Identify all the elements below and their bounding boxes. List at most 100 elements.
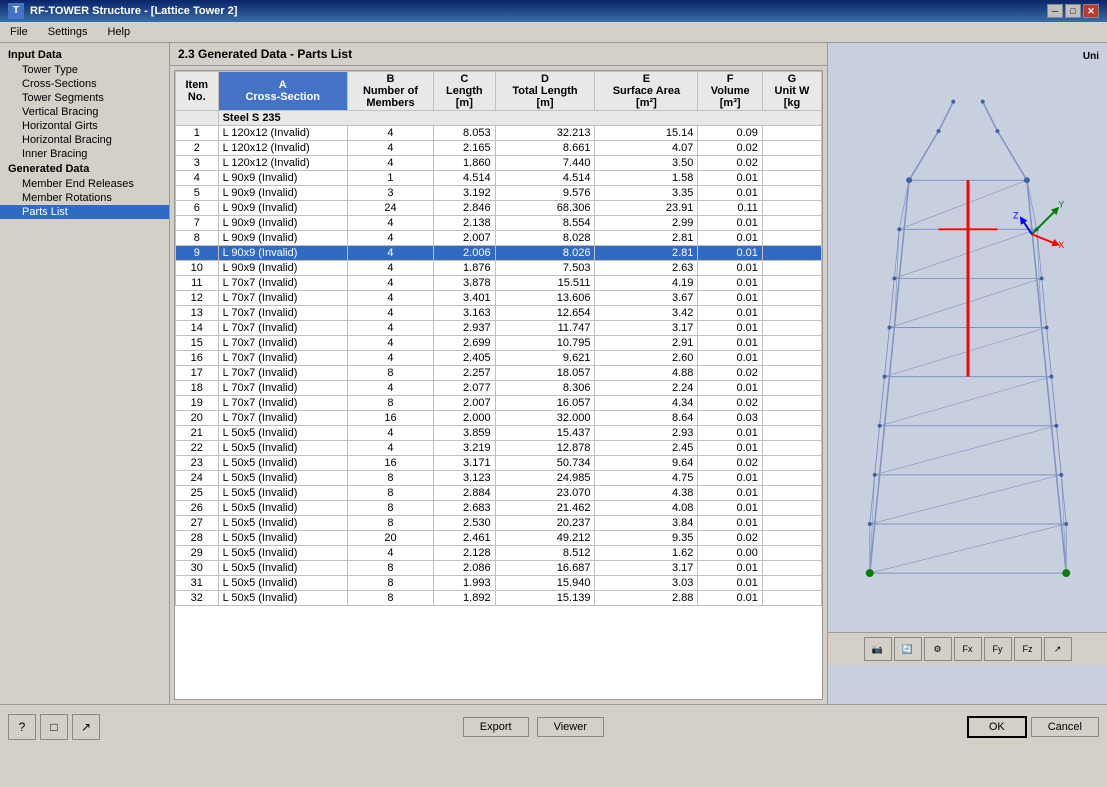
viewer-fy-btn[interactable]: Fy <box>984 637 1012 661</box>
cell-num-members: 16 <box>347 411 433 426</box>
viewer-expand-btn[interactable]: ↗ <box>1044 637 1072 661</box>
sidebar-item-cross-sections[interactable]: Cross-Sections <box>0 77 169 91</box>
cell-unit-weight <box>762 426 821 441</box>
table-row[interactable]: 11 L 70x7 (Invalid) 4 3.878 15.511 4.19 … <box>176 276 822 291</box>
sidebar-item-parts-list[interactable]: Parts List <box>0 205 169 219</box>
cell-length: 2.937 <box>434 321 495 336</box>
table-row[interactable]: 27 L 50x5 (Invalid) 8 2.530 20.237 3.84 … <box>176 516 822 531</box>
cell-total-length: 12.878 <box>495 441 595 456</box>
table-row[interactable]: 7 L 90x9 (Invalid) 4 2.138 8.554 2.99 0.… <box>176 216 822 231</box>
table-row[interactable]: 19 L 70x7 (Invalid) 8 2.007 16.057 4.34 … <box>176 396 822 411</box>
cell-volume: 0.01 <box>698 471 763 486</box>
table-row[interactable]: 13 L 70x7 (Invalid) 4 3.163 12.654 3.42 … <box>176 306 822 321</box>
table-row[interactable]: 28 L 50x5 (Invalid) 20 2.461 49.212 9.35… <box>176 531 822 546</box>
cell-length: 3.192 <box>434 186 495 201</box>
close-button[interactable]: ✕ <box>1083 4 1099 18</box>
table-row[interactable]: 12 L 70x7 (Invalid) 4 3.401 13.606 3.67 … <box>176 291 822 306</box>
copy-btn[interactable]: □ <box>40 714 68 740</box>
cell-item: 30 <box>176 561 219 576</box>
menu-file[interactable]: File <box>4 24 34 40</box>
cell-num-members: 8 <box>347 486 433 501</box>
sidebar-item-horizontal-girts[interactable]: Horizontal Girts <box>0 119 169 133</box>
table-row[interactable]: 21 L 50x5 (Invalid) 4 3.859 15.437 2.93 … <box>176 426 822 441</box>
export-icon-btn[interactable]: ↗ <box>72 714 100 740</box>
table-row[interactable]: 10 L 90x9 (Invalid) 4 1.876 7.503 2.63 0… <box>176 261 822 276</box>
viewer-fx-btn[interactable]: Fx <box>954 637 982 661</box>
table-row[interactable]: 5 L 90x9 (Invalid) 3 3.192 9.576 3.35 0.… <box>176 186 822 201</box>
cell-cross-section: L 90x9 (Invalid) <box>218 261 347 276</box>
table-row[interactable]: 30 L 50x5 (Invalid) 8 2.086 16.687 3.17 … <box>176 561 822 576</box>
ok-button[interactable]: OK <box>967 716 1027 738</box>
table-row[interactable]: 1 L 120x12 (Invalid) 4 8.053 32.213 15.1… <box>176 126 822 141</box>
cell-total-length: 16.687 <box>495 561 595 576</box>
sidebar-item-member-end-releases[interactable]: Member End Releases <box>0 177 169 191</box>
sidebar-item-horizontal-bracing[interactable]: Horizontal Bracing <box>0 133 169 147</box>
sidebar-item-vertical-bracing[interactable]: Vertical Bracing <box>0 105 169 119</box>
sidebar-item-inner-bracing[interactable]: Inner Bracing <box>0 147 169 161</box>
table-row[interactable]: 26 L 50x5 (Invalid) 8 2.683 21.462 4.08 … <box>176 501 822 516</box>
menu-help[interactable]: Help <box>101 24 136 40</box>
col-header-d: DTotal Length[m] <box>495 72 595 111</box>
cancel-button[interactable]: Cancel <box>1031 717 1099 737</box>
col-header-a: ACross-Section <box>218 72 347 111</box>
cell-cross-section: L 50x5 (Invalid) <box>218 591 347 606</box>
help-btn[interactable]: ? <box>8 714 36 740</box>
viewer-fz-btn[interactable]: Fz <box>1014 637 1042 661</box>
viewer-reset-btn[interactable]: 🔄 <box>894 637 922 661</box>
table-row[interactable]: 6 L 90x9 (Invalid) 24 2.846 68.306 23.91… <box>176 201 822 216</box>
cell-item: 13 <box>176 306 219 321</box>
sidebar-item-tower-segments[interactable]: Tower Segments <box>0 91 169 105</box>
menu-settings[interactable]: Settings <box>42 24 94 40</box>
table-row[interactable]: 23 L 50x5 (Invalid) 16 3.171 50.734 9.64… <box>176 456 822 471</box>
table-wrapper[interactable]: ItemNo. ACross-Section BNumber ofMembers… <box>174 70 823 700</box>
maximize-button[interactable]: □ <box>1065 4 1081 18</box>
table-row[interactable]: 32 L 50x5 (Invalid) 8 1.892 15.139 2.88 … <box>176 591 822 606</box>
table-row[interactable]: 20 L 70x7 (Invalid) 16 2.000 32.000 8.64… <box>176 411 822 426</box>
cell-total-length: 12.654 <box>495 306 595 321</box>
cell-item: 22 <box>176 441 219 456</box>
cell-surface-area: 9.64 <box>595 456 698 471</box>
cell-unit-weight <box>762 156 821 171</box>
table-row[interactable]: 16 L 70x7 (Invalid) 4 2.405 9.621 2.60 0… <box>176 351 822 366</box>
cell-num-members: 4 <box>347 141 433 156</box>
cell-unit-weight <box>762 321 821 336</box>
table-row[interactable]: 2 L 120x12 (Invalid) 4 2.165 8.661 4.07 … <box>176 141 822 156</box>
cell-volume: 0.01 <box>698 171 763 186</box>
table-row[interactable]: 25 L 50x5 (Invalid) 8 2.884 23.070 4.38 … <box>176 486 822 501</box>
table-row[interactable]: 24 L 50x5 (Invalid) 8 3.123 24.985 4.75 … <box>176 471 822 486</box>
cell-total-length: 9.621 <box>495 351 595 366</box>
cell-cross-section: L 70x7 (Invalid) <box>218 381 347 396</box>
table-row[interactable]: 8 L 90x9 (Invalid) 4 2.007 8.028 2.81 0.… <box>176 231 822 246</box>
cell-length: 1.892 <box>434 591 495 606</box>
cell-surface-area: 2.81 <box>595 231 698 246</box>
table-row[interactable]: 3 L 120x12 (Invalid) 4 1.860 7.440 3.50 … <box>176 156 822 171</box>
table-row[interactable]: 29 L 50x5 (Invalid) 4 2.128 8.512 1.62 0… <box>176 546 822 561</box>
table-row[interactable]: 15 L 70x7 (Invalid) 4 2.699 10.795 2.91 … <box>176 336 822 351</box>
table-row[interactable]: 18 L 70x7 (Invalid) 4 2.077 8.306 2.24 0… <box>176 381 822 396</box>
cell-length: 1.860 <box>434 156 495 171</box>
cell-num-members: 4 <box>347 126 433 141</box>
table-row[interactable]: 22 L 50x5 (Invalid) 4 3.219 12.878 2.45 … <box>176 441 822 456</box>
cell-num-members: 8 <box>347 366 433 381</box>
svg-text:X: X <box>1058 240 1064 250</box>
table-row[interactable]: 17 L 70x7 (Invalid) 8 2.257 18.057 4.88 … <box>176 366 822 381</box>
sidebar-item-tower-type[interactable]: Tower Type <box>0 63 169 77</box>
cell-volume: 0.01 <box>698 516 763 531</box>
cell-cross-section: L 50x5 (Invalid) <box>218 516 347 531</box>
table-row[interactable]: 9 L 90x9 (Invalid) 4 2.006 8.026 2.81 0.… <box>176 246 822 261</box>
cell-length: 2.086 <box>434 561 495 576</box>
viewer-screenshot-btn[interactable]: 📷 <box>864 637 892 661</box>
cell-unit-weight <box>762 141 821 156</box>
cell-volume: 0.02 <box>698 366 763 381</box>
export-button[interactable]: Export <box>463 717 529 737</box>
sidebar-item-member-rotations[interactable]: Member Rotations <box>0 191 169 205</box>
cell-cross-section: L 50x5 (Invalid) <box>218 426 347 441</box>
table-row[interactable]: 31 L 50x5 (Invalid) 8 1.993 15.940 3.03 … <box>176 576 822 591</box>
cell-unit-weight <box>762 591 821 606</box>
viewer-settings-btn[interactable]: ⚙ <box>924 637 952 661</box>
table-row[interactable]: 14 L 70x7 (Invalid) 4 2.937 11.747 3.17 … <box>176 321 822 336</box>
minimize-button[interactable]: ─ <box>1047 4 1063 18</box>
table-row[interactable]: 4 L 90x9 (Invalid) 1 4.514 4.514 1.58 0.… <box>176 171 822 186</box>
app-icon: T <box>8 3 24 19</box>
viewer-button[interactable]: Viewer <box>537 717 604 737</box>
